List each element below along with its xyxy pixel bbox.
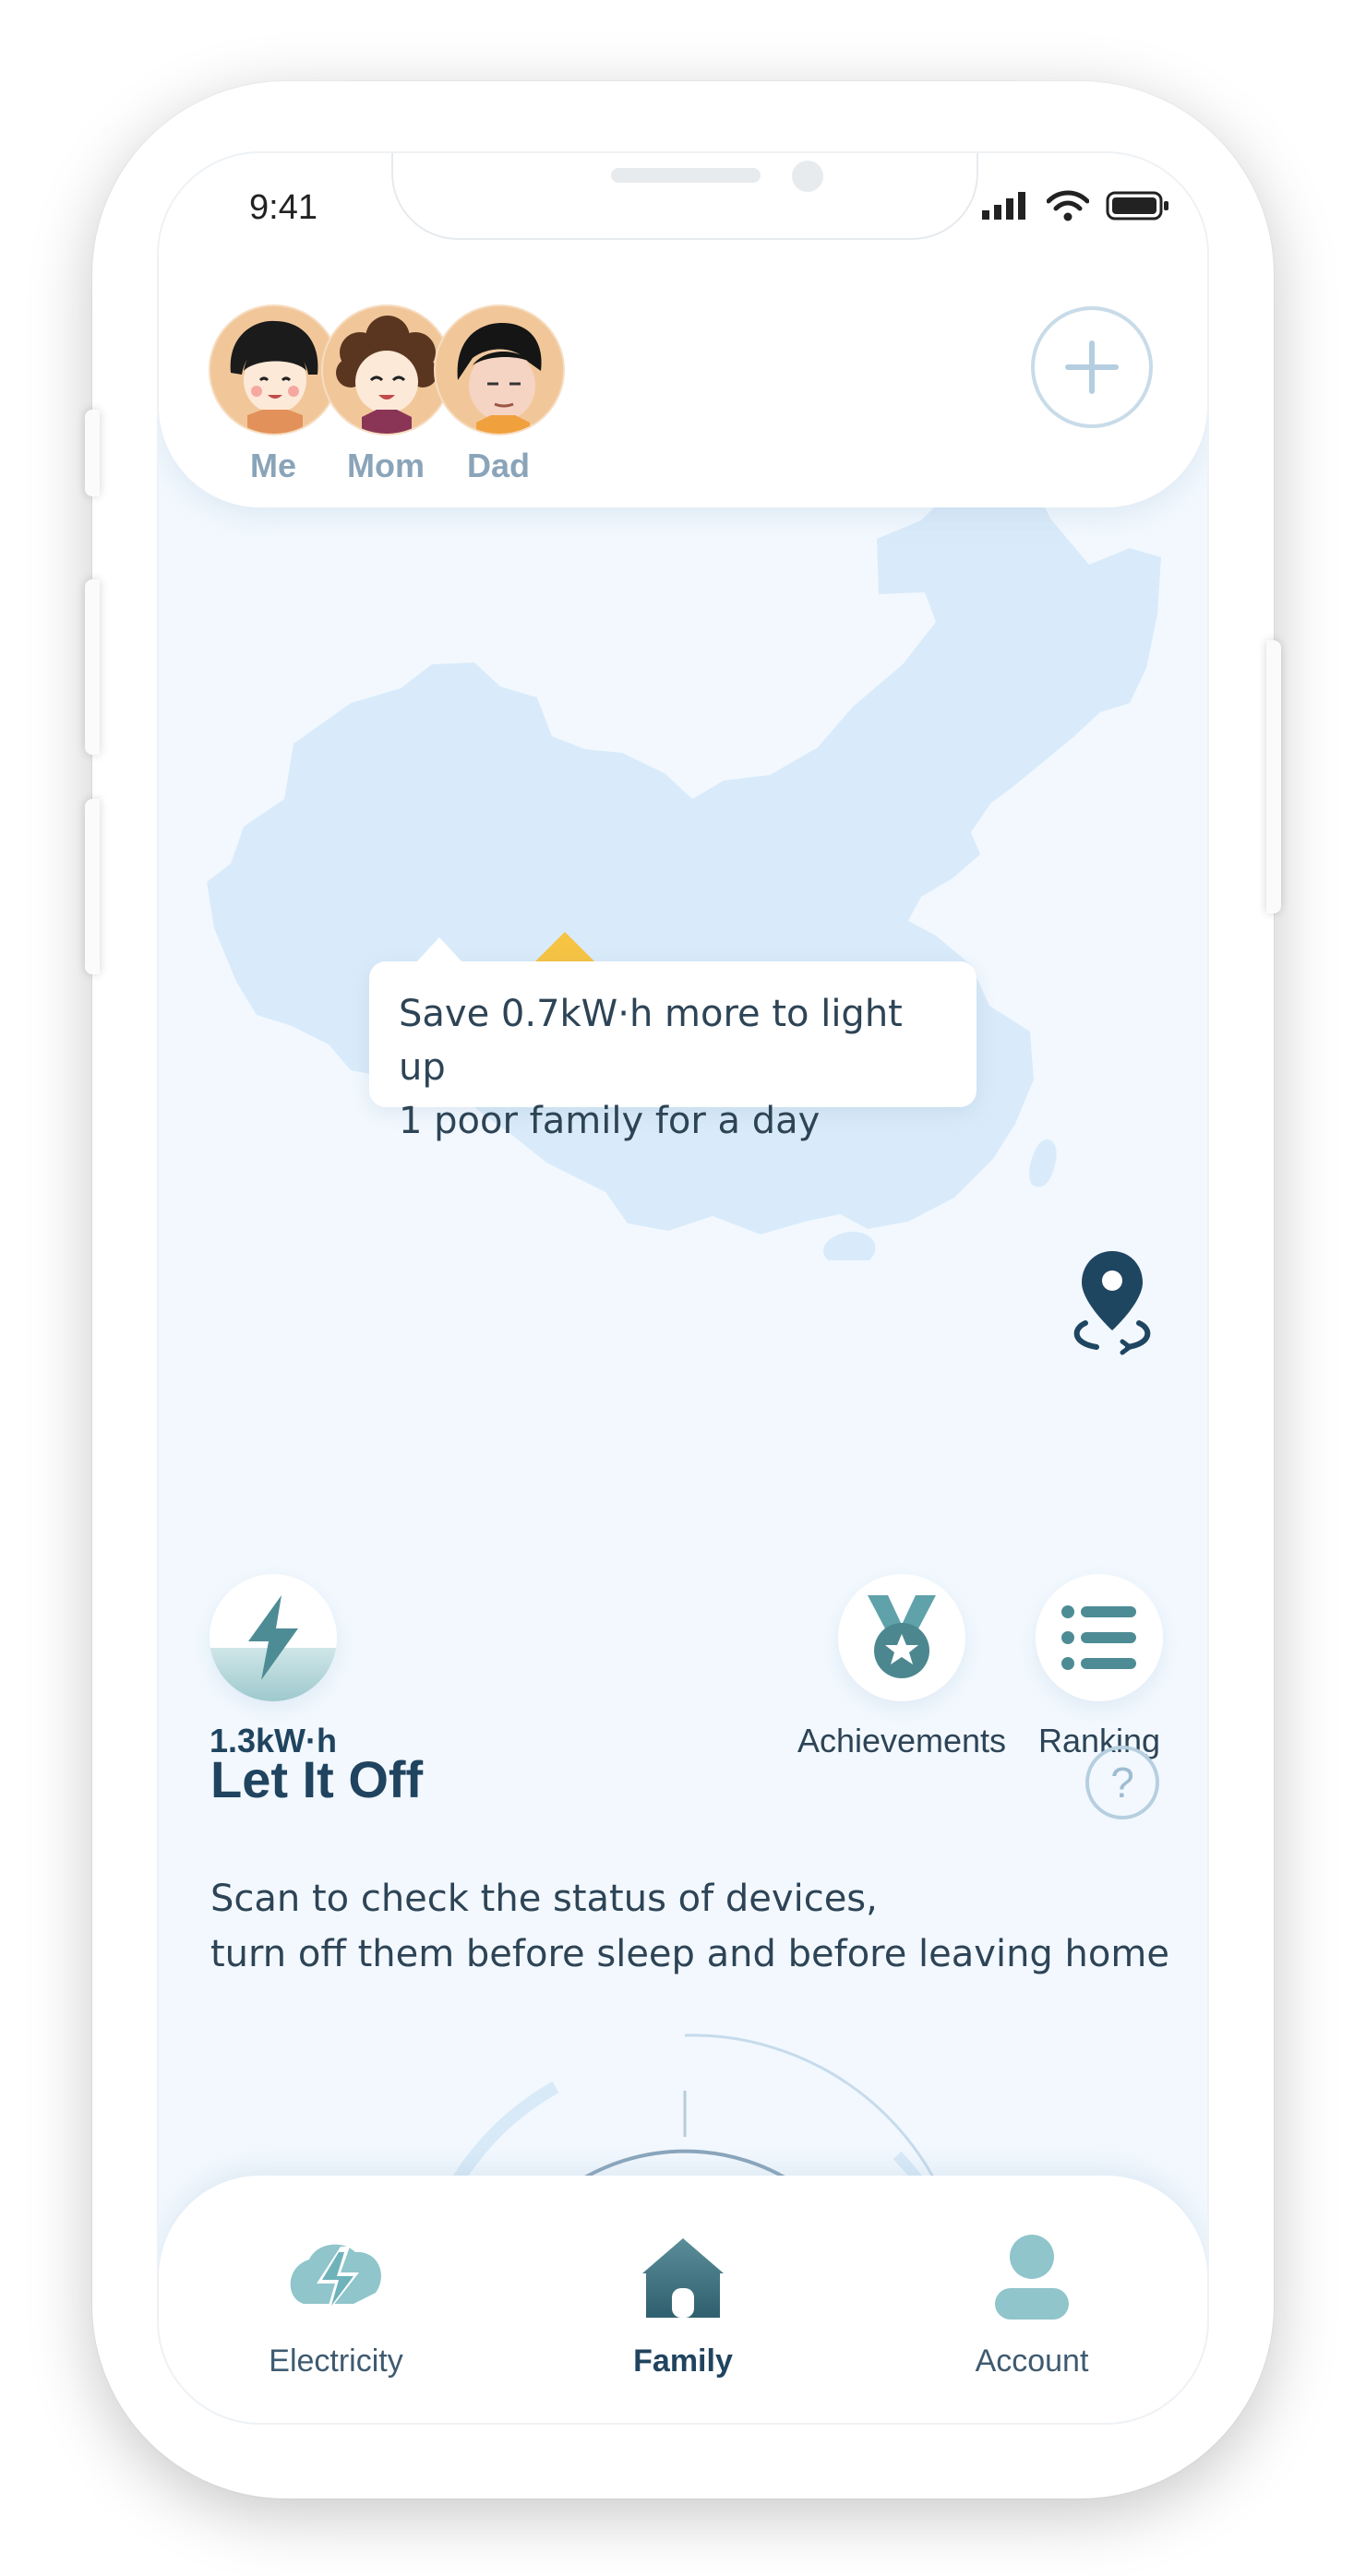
energy-circle bbox=[210, 1574, 337, 1701]
list-icon bbox=[1061, 1605, 1136, 1670]
achievements-stat[interactable]: Achievements bbox=[786, 1574, 1017, 1760]
home-icon bbox=[642, 2238, 724, 2318]
member-dad[interactable]: Dad bbox=[434, 304, 565, 485]
achievements-label: Achievements bbox=[797, 1722, 1007, 1759]
description-line-1: Scan to check the status of devices, bbox=[210, 1878, 878, 1920]
speaker bbox=[611, 168, 761, 183]
member-name-mom: Mom bbox=[347, 447, 425, 484]
energy-stat[interactable]: 1.3kW·h bbox=[209, 1574, 338, 1760]
tab-electricity[interactable]: Electricity bbox=[234, 2227, 437, 2379]
mom-avatar-icon bbox=[321, 304, 452, 435]
app-screen: Save 0.7kW·h more to light up 1 poor fam… bbox=[159, 153, 1207, 2423]
ranking-stat[interactable]: Ranking bbox=[1030, 1574, 1168, 1760]
tab-family[interactable]: Family bbox=[581, 2227, 785, 2379]
tab-label-account: Account bbox=[975, 2343, 1089, 2379]
section-title: Let It Off bbox=[210, 1750, 424, 1808]
status-time: 9:41 bbox=[249, 188, 318, 227]
side-button-power bbox=[1266, 640, 1281, 913]
help-button[interactable]: ? bbox=[1085, 1746, 1159, 1819]
person-icon bbox=[995, 2235, 1069, 2320]
signal-icon bbox=[982, 192, 1025, 220]
achievements-circle bbox=[838, 1574, 965, 1701]
tab-label-electricity: Electricity bbox=[269, 2343, 403, 2379]
map-tooltip: Save 0.7kW·h more to light up 1 poor fam… bbox=[369, 937, 977, 1142]
description-line-2: turn off them before sleep and before le… bbox=[210, 1933, 1169, 1975]
bottom-tab-bar: Electricity Family Account bbox=[159, 2176, 1207, 2423]
plus-icon bbox=[1065, 340, 1119, 394]
member-me[interactable]: Me bbox=[209, 304, 340, 485]
tooltip-text: Save 0.7kW·h more to light up 1 poor fam… bbox=[399, 987, 958, 1148]
tab-account[interactable]: Account bbox=[930, 2227, 1133, 2379]
member-mom[interactable]: Mom bbox=[321, 304, 452, 485]
help-icon: ? bbox=[1110, 1759, 1134, 1807]
wifi-icon bbox=[1047, 190, 1089, 221]
battery-icon bbox=[1106, 191, 1168, 221]
add-member-button[interactable] bbox=[1031, 306, 1153, 428]
medal-icon bbox=[868, 1595, 936, 1678]
tab-label-family: Family bbox=[633, 2343, 733, 2379]
ranking-circle bbox=[1036, 1574, 1163, 1701]
dad-avatar-icon bbox=[434, 304, 565, 435]
side-button-volume-down bbox=[85, 799, 100, 974]
status-icons bbox=[982, 190, 1170, 221]
family-header: 9:41 Me Mom Dad bbox=[159, 153, 1207, 507]
side-button-volume-up bbox=[85, 579, 100, 755]
camera bbox=[792, 161, 823, 192]
member-name-me: Me bbox=[249, 447, 296, 484]
tooltip-line-2: 1 poor family for a day bbox=[399, 1100, 821, 1142]
member-name-dad: Dad bbox=[466, 447, 530, 484]
location-pin-icon[interactable] bbox=[1069, 1246, 1156, 1356]
lightning-icon bbox=[248, 1595, 298, 1680]
tooltip-line-1: Save 0.7kW·h more to light up bbox=[399, 993, 903, 1089]
side-button-mute bbox=[85, 410, 100, 496]
electricity-icon bbox=[290, 2244, 381, 2315]
section-description: Scan to check the status of devices, tur… bbox=[210, 1871, 1189, 1982]
notch bbox=[391, 153, 978, 240]
girl-avatar-icon bbox=[209, 304, 340, 435]
